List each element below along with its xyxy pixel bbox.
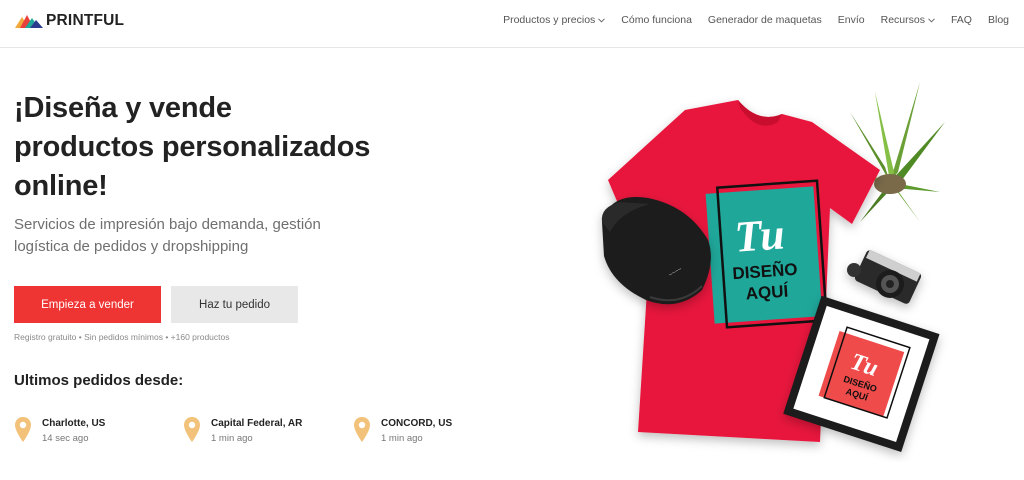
main-nav: Productos y precios Cómo funciona Genera…	[503, 0, 1009, 40]
nav-label: Productos y precios	[503, 14, 596, 26]
recent-order-item: Charlotte, US 14 sec ago	[14, 414, 105, 446]
order-city: CONCORD, US	[381, 418, 453, 429]
shirt-print-text: Tu	[733, 209, 786, 261]
recent-order-item: CONCORD, US 1 min ago	[353, 414, 452, 446]
hero-title-line: productos personalizados	[14, 131, 371, 163]
nav-label: Cómo funciona	[621, 14, 692, 26]
order-time: 1 min ago	[211, 433, 253, 444]
nav-resources[interactable]: Recursos	[881, 14, 935, 26]
order-time: 14 sec ago	[42, 433, 89, 444]
nav-label: FAQ	[950, 14, 972, 26]
recent-order-item: Capital Federal, AR 1 min ago	[183, 414, 302, 446]
order-time: 1 min ago	[381, 433, 423, 444]
order-city: Charlotte, US	[42, 418, 106, 429]
location-pin-icon	[15, 417, 31, 442]
shirt-print: Tu DISEÑO AQUÍ	[705, 179, 829, 329]
nav-blog[interactable]: Blog	[988, 14, 1009, 26]
nav-label: Envío	[837, 14, 865, 26]
hero-subtitle: Servicios de impresión bajo demanda, ges…	[14, 214, 374, 258]
nav-label: Generador de maquetas	[707, 14, 822, 26]
top-header: PRINTFUL Productos y precios Cómo funcio…	[0, 0, 1024, 48]
printful-logo[interactable]: PRINTFUL	[15, 12, 124, 30]
printful-logo-icon	[15, 15, 43, 28]
hero-title: ¡Diseña y vende productos personalizados…	[14, 89, 414, 206]
signup-note: Registro gratuito • Sin pedidos mínimos …	[14, 332, 230, 342]
recent-orders-title: Ultimos pedidos desde:	[14, 372, 184, 389]
hero-subtitle-line: logística de pedidos y dropshipping	[14, 238, 249, 255]
product-illustration: Tu DISEÑO AQUÍ ~~~~ Tu DISEÑO AQUÍ	[601, 82, 945, 453]
order-city: Capital Federal, AR	[211, 418, 303, 429]
place-order-button[interactable]: Haz tu pedido	[171, 286, 298, 323]
camera-decoration	[847, 249, 922, 304]
nav-mockup-generator[interactable]: Generador de maquetas	[708, 14, 822, 26]
brand-name: PRINTFUL	[46, 12, 125, 29]
nav-products-prices[interactable]: Productos y precios	[503, 14, 606, 26]
nav-label: Recursos	[880, 14, 925, 26]
nav-faq[interactable]: FAQ	[951, 14, 972, 26]
location-pin-icon	[184, 417, 200, 442]
chevron-down-icon	[928, 17, 935, 23]
hero-subtitle-line: Servicios de impresión bajo demanda, ges…	[14, 216, 321, 233]
chevron-down-icon	[598, 17, 606, 23]
shirt-print-text: AQUÍ	[745, 281, 790, 303]
nav-how-it-works[interactable]: Cómo funciona	[621, 14, 692, 26]
hero-title-line: ¡Diseña y vende	[14, 92, 232, 124]
nav-label: Blog	[987, 14, 1009, 26]
hero-title-line: online!	[14, 170, 108, 202]
location-pin-icon	[354, 417, 370, 442]
start-selling-button[interactable]: Empieza a vender	[14, 286, 161, 323]
nav-shipping[interactable]: Envío	[838, 14, 865, 26]
